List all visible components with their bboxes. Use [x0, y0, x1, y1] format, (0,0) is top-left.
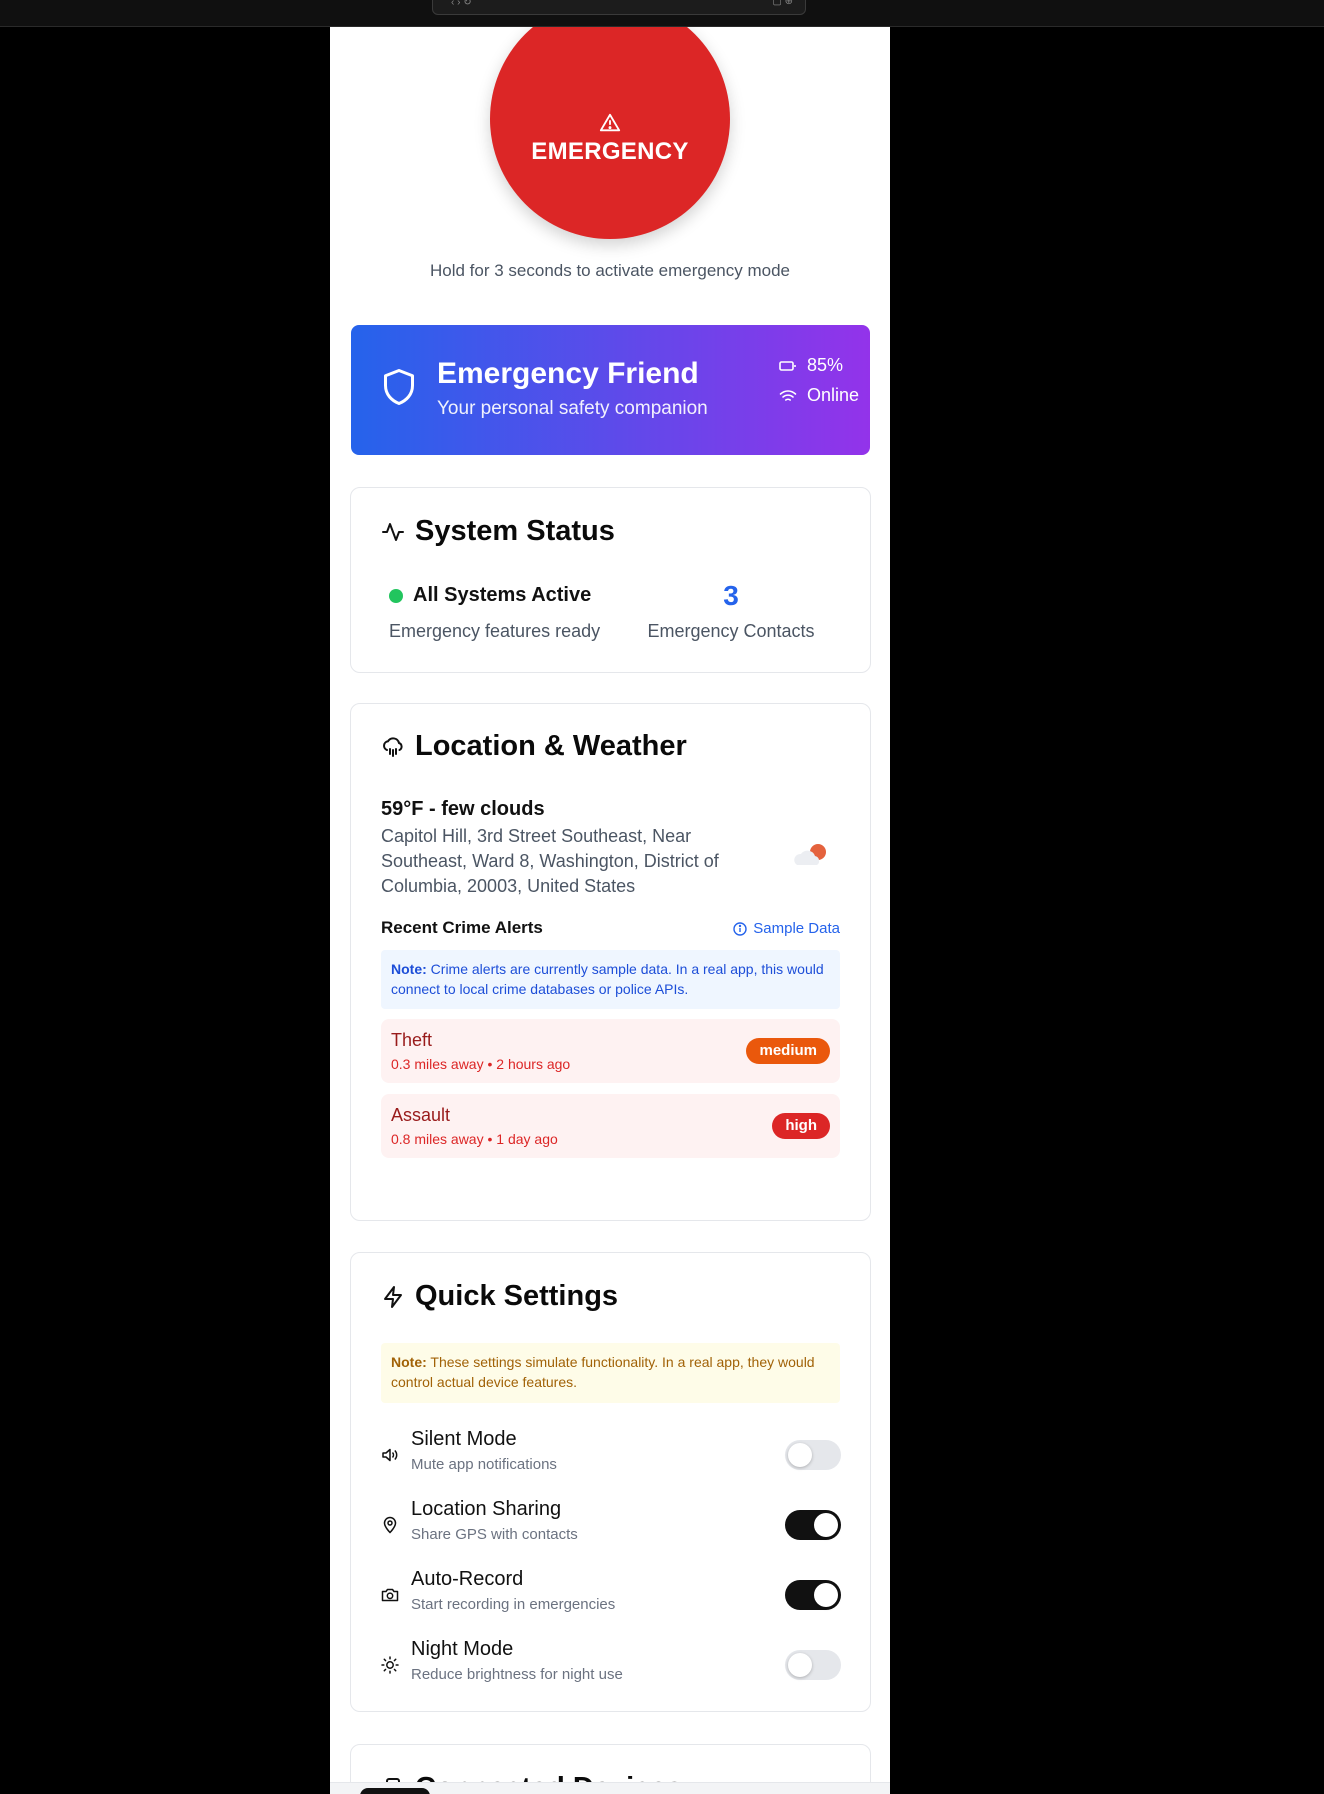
app-title: Emergency Friend [437, 357, 699, 390]
setting-name: Location Sharing [411, 1498, 562, 1520]
location-address: Capitol Hill, 3rd Street Southeast, Near… [381, 826, 719, 896]
volume-icon [382, 1448, 398, 1462]
contacts-label: Emergency Contacts [647, 621, 815, 641]
nav-history[interactable] [640, 1783, 710, 1794]
setting-name: Silent Mode [411, 1428, 517, 1450]
crime-alert-item[interactable]: Assault 0.8 miles away • 1 day ago high [381, 1094, 840, 1158]
battery-icon [779, 360, 796, 371]
alert-name: Assault [391, 1105, 451, 1125]
status-dot [389, 588, 403, 603]
app-header-banner: Emergency Friend Your personal safety co… [351, 325, 870, 455]
info-icon [733, 921, 747, 936]
toggle-knob [788, 1653, 812, 1677]
toggle-knob [788, 1443, 812, 1467]
nav-arrows-icon: ‹ › ↻ [451, 0, 472, 8]
cloud-rain-icon [383, 736, 403, 757]
setting-night-mode: Night Mode Reduce brightness for night u… [381, 1638, 841, 1694]
nav-contacts[interactable] [500, 1783, 570, 1794]
crime-alert-item[interactable]: Theft 0.3 miles away • 2 hours ago mediu… [381, 1019, 840, 1083]
address-bar[interactable]: ‹ › ↻ ▢ ⊕ [432, 0, 806, 15]
toggle-knob [814, 1583, 838, 1607]
camera-icon [381, 1588, 399, 1602]
system-status-title: System Status [381, 515, 615, 548]
system-status-card: System Status All Systems Active Emergen… [350, 487, 871, 673]
nav-safety[interactable] [780, 1783, 850, 1794]
nav-home[interactable] [360, 1788, 430, 1794]
battery-level: 85% [807, 355, 844, 375]
connection-label: Online [807, 385, 860, 405]
zap-icon [384, 1285, 402, 1308]
sun-icon [381, 1656, 399, 1674]
address-bar-actions-icon: ▢ ⊕ [772, 0, 793, 7]
setting-location-sharing: Location Sharing Share GPS with contacts [381, 1498, 841, 1554]
bottom-navigation [330, 1782, 890, 1794]
emergency-button[interactable]: EMERGENCY [490, 27, 730, 239]
hold-hint: Hold for 3 seconds to activate emergency… [429, 261, 791, 280]
setting-description: Start recording in emergencies [411, 1596, 616, 1613]
severity-badge: medium [746, 1038, 830, 1064]
setting-silent-mode: Silent Mode Mute app notifications [381, 1428, 841, 1484]
location-weather-card: Location & Weather 59°F - few clouds Cap… [350, 703, 871, 1221]
partly-cloudy-icon [794, 844, 826, 865]
severity-badge: high [772, 1113, 830, 1139]
alert-meta: 0.3 miles away • 2 hours ago [391, 1056, 571, 1072]
settings-note: Note: These settings simulate functional… [381, 1343, 840, 1403]
setting-description: Reduce brightness for night use [411, 1666, 623, 1683]
weather-temperature: 59°F - few clouds [381, 798, 545, 820]
map-pin-icon [383, 1516, 397, 1534]
battery-status: 85% [779, 355, 843, 376]
browser-top-bar: ‹ › ↻ ▢ ⊕ [0, 0, 1324, 27]
alert-meta: 0.8 miles away • 1 day ago [391, 1131, 558, 1147]
activity-icon [382, 522, 404, 541]
alert-name: Theft [391, 1030, 433, 1050]
wifi-icon [779, 389, 797, 401]
warning-icon [599, 113, 621, 132]
crime-alerts-heading: Recent Crime Alerts [381, 918, 543, 937]
toggle-knob [814, 1513, 838, 1537]
emergency-label: EMERGENCY [531, 138, 689, 165]
setting-name: Auto-Record [411, 1568, 524, 1590]
quick-settings-title: Quick Settings [381, 1280, 618, 1313]
systems-active-status: All Systems Active [389, 584, 591, 607]
setting-name: Night Mode [411, 1638, 514, 1660]
connection-status: Online [779, 385, 859, 406]
location-weather-title: Location & Weather [381, 730, 687, 763]
silent-mode-toggle[interactable] [785, 1440, 841, 1470]
crime-data-note: Note: Crime alerts are currently sample … [381, 950, 840, 1009]
night-mode-toggle[interactable] [785, 1650, 841, 1680]
auto-record-toggle[interactable] [785, 1580, 841, 1610]
setting-description: Mute app notifications [411, 1456, 557, 1473]
shield-icon [384, 369, 414, 405]
app-container: EMERGENCY Hold for 3 seconds to activate… [330, 27, 890, 1794]
location-sharing-toggle[interactable] [785, 1510, 841, 1540]
setting-description: Share GPS with contacts [411, 1526, 578, 1543]
quick-settings-card: Quick Settings Note: These settings simu… [350, 1252, 871, 1712]
sample-data-link[interactable]: Sample Data [733, 920, 840, 937]
contacts-count: 3 [723, 580, 739, 611]
setting-auto-record: Auto-Record Start recording in emergenci… [381, 1568, 841, 1624]
app-subtitle: Your personal safety companion [437, 398, 708, 419]
features-ready-text: Emergency features ready [389, 621, 601, 641]
